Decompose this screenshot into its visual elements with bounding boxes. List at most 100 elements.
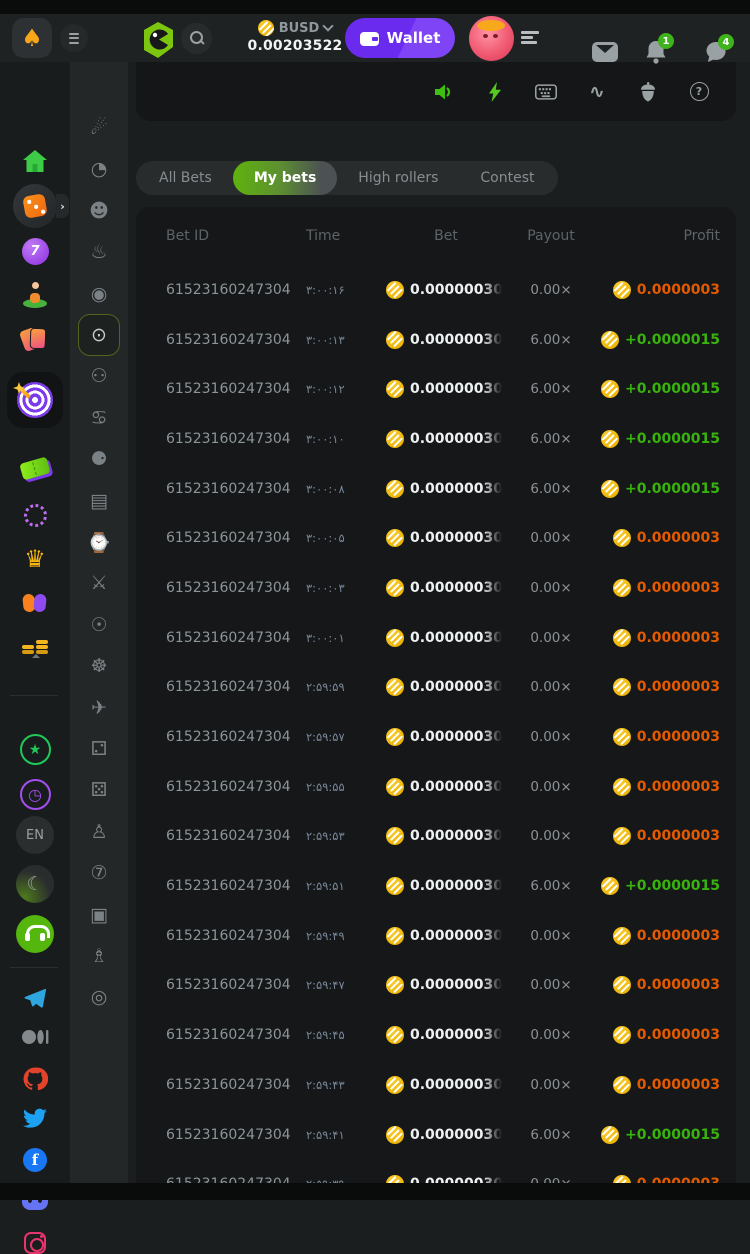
- tab-my-bets[interactable]: My bets: [233, 161, 337, 195]
- chat-icon[interactable]: 4: [704, 41, 727, 67]
- dartboard-active-game-icon[interactable]: [7, 372, 63, 428]
- bet-profit: 0.0000003: [596, 976, 720, 994]
- sound-icon[interactable]: [433, 81, 455, 103]
- search-icon[interactable]: [181, 23, 212, 54]
- wheel-game-icon[interactable]: ☸: [70, 651, 128, 681]
- table-row[interactable]: 61523160247304۲:۵۹:۴۱0.000000306.00×+0.0…: [166, 1110, 720, 1160]
- hamburger-menu-icon[interactable]: [60, 24, 88, 52]
- disc-game-icon[interactable]: ◎: [70, 982, 128, 1012]
- comet-game-icon[interactable]: ☄: [70, 113, 128, 143]
- sidebar-nav: 7 ♛ ★ ◷ EN ☾ f ›: [0, 62, 70, 1183]
- bet-profit: 0.0000003: [596, 927, 720, 945]
- hotkeys-icon[interactable]: [535, 81, 557, 103]
- facebook-icon[interactable]: f: [0, 1148, 70, 1172]
- stopwatch-game-icon[interactable]: ⌚: [70, 527, 128, 557]
- table-row[interactable]: 61523160247304۳:۰۰:۰۸0.000000306.00×+0.0…: [166, 464, 720, 514]
- cookies-game-icon[interactable]: ⚇: [70, 361, 128, 391]
- table-row[interactable]: 61523160247304۳:۰۰:۰۵0.000000300.00×0.00…: [166, 513, 720, 563]
- dice-game-icon[interactable]: ⚄: [70, 775, 128, 805]
- star-badge-icon[interactable]: ★: [0, 734, 70, 765]
- bot-game-icon[interactable]: ♗: [70, 941, 128, 971]
- user-avatar[interactable]: [469, 16, 514, 61]
- bet-list-icon[interactable]: [521, 31, 539, 45]
- crown-vip-icon[interactable]: ♛: [0, 547, 70, 571]
- table-row[interactable]: 61523160247304۲:۵۹:۵۹0.000000300.00×0.00…: [166, 663, 720, 713]
- table-row[interactable]: 61523160247304۲:۵۹:۴۳0.000000300.00×0.00…: [166, 1060, 720, 1110]
- live-casino-icon[interactable]: [0, 282, 70, 308]
- robot-game-icon[interactable]: ♙: [70, 817, 128, 847]
- github-icon[interactable]: [0, 1066, 70, 1092]
- bet-id: 61523160247304: [166, 481, 306, 497]
- table-row[interactable]: 61523160247304۲:۵۹:۴۷0.000000300.00×0.00…: [166, 961, 720, 1011]
- bet-profit: +0.0000015: [596, 877, 720, 895]
- seed-icon[interactable]: [637, 81, 659, 103]
- table-row[interactable]: 61523160247304۳:۰۰:۰۳0.000000300.00×0.00…: [166, 563, 720, 613]
- seven-game-icon[interactable]: ⑦: [70, 858, 128, 888]
- bet-profit: +0.0000015: [596, 1126, 720, 1144]
- spade-logo-icon[interactable]: ♠: [12, 18, 52, 58]
- table-row[interactable]: 61523160247304۲:۵۹:۴۹0.000000300.00×0.00…: [166, 911, 720, 961]
- bet-payout: 6.00×: [506, 1127, 596, 1143]
- twitter-icon[interactable]: [0, 1108, 70, 1130]
- table-row[interactable]: 61523160247304۲:۵۹:۵۳0.000000300.00×0.00…: [166, 812, 720, 862]
- busd-coin-icon: [386, 678, 404, 696]
- currency-selector[interactable]: BUSD 0.00203522: [243, 20, 347, 54]
- tab-all-bets[interactable]: All Bets: [138, 161, 233, 195]
- language-button[interactable]: EN: [0, 816, 70, 854]
- saucer-game-icon[interactable]: ◉: [70, 279, 128, 309]
- eye-game-icon[interactable]: ☉: [70, 610, 128, 640]
- busd-coin-icon: [386, 380, 404, 398]
- frame-game-icon[interactable]: ▣: [70, 900, 128, 930]
- telegram-icon[interactable]: [0, 987, 70, 1011]
- sword-game-icon[interactable]: ⚔: [70, 568, 128, 598]
- bet-amount: 0.00000030: [386, 430, 506, 448]
- tab-contest[interactable]: Contest: [459, 161, 555, 195]
- trends-icon[interactable]: ∿: [586, 81, 608, 103]
- instant-bet-icon[interactable]: [484, 81, 506, 103]
- bet-time: ۳:۰۰:۰۸: [306, 482, 386, 496]
- planet-game-icon[interactable]: ◔: [70, 154, 128, 184]
- chat-badge: 4: [718, 34, 734, 50]
- inbox-icon[interactable]: [592, 42, 618, 66]
- col-profit: Profit: [596, 228, 720, 244]
- instagram-icon[interactable]: [0, 1232, 70, 1254]
- tab-high-rollers[interactable]: High rollers: [337, 161, 459, 195]
- theme-moon-icon[interactable]: ☾: [0, 865, 70, 903]
- ring-of-dots-icon[interactable]: [0, 503, 70, 527]
- promotions-tags-icon[interactable]: [0, 325, 70, 353]
- bomb-game-icon[interactable]: ⚈: [70, 444, 128, 474]
- chips-game-icon[interactable]: ⚁: [70, 734, 128, 764]
- busd-coin-icon: [601, 331, 619, 349]
- crab-game-icon[interactable]: ♋: [70, 403, 128, 433]
- monster-game-icon[interactable]: ☻: [70, 196, 128, 226]
- slots-seven-icon[interactable]: 7: [0, 237, 70, 265]
- clock-badge-icon[interactable]: ◷: [0, 779, 70, 810]
- home-icon[interactable]: [0, 147, 70, 175]
- cards-game-icon[interactable]: ▤: [70, 486, 128, 516]
- table-row[interactable]: 61523160247304۲:۵۹:۵۱0.000000306.00×+0.0…: [166, 861, 720, 911]
- bell-icon[interactable]: 1: [645, 40, 667, 68]
- help-icon[interactable]: ?: [688, 81, 710, 103]
- busd-coin-icon: [601, 480, 619, 498]
- busd-coin-icon: [613, 1026, 631, 1044]
- medium-icon[interactable]: [0, 1028, 70, 1046]
- bcgame-logo[interactable]: [140, 21, 176, 59]
- table-row[interactable]: 61523160247304۲:۵۹:۵۷0.000000300.00×0.00…: [166, 712, 720, 762]
- table-row[interactable]: 61523160247304۳:۰۰:۰۱0.000000300.00×0.00…: [166, 613, 720, 663]
- table-row[interactable]: 61523160247304۲:۵۹:۴۵0.000000300.00×0.00…: [166, 1010, 720, 1060]
- crosshair-game-icon[interactable]: ⊙: [78, 314, 120, 356]
- wallet-button[interactable]: Wallet: [345, 18, 455, 58]
- table-row[interactable]: 61523160247304۳:۰۰:۱۶0.000000300.00×0.00…: [166, 265, 720, 315]
- support-headset-icon[interactable]: [0, 915, 70, 953]
- table-row[interactable]: 61523160247304۳:۰۰:۱۲0.000000306.00×+0.0…: [166, 364, 720, 414]
- rocket-game-icon[interactable]: ✈: [70, 693, 128, 723]
- bet-payout: 6.00×: [506, 381, 596, 397]
- fireball-game-icon[interactable]: ♨: [70, 237, 128, 267]
- table-row[interactable]: 61523160247304۲:۵۹:۵۵0.000000300.00×0.00…: [166, 762, 720, 812]
- sidebar-expand-chevron[interactable]: ›: [56, 194, 69, 218]
- ticket-icon[interactable]: [0, 456, 70, 480]
- table-row[interactable]: 61523160247304۳:۰۰:۱۰0.000000306.00×+0.0…: [166, 414, 720, 464]
- table-row[interactable]: 61523160247304۳:۰۰:۱۳0.000000306.00×+0.0…: [166, 315, 720, 365]
- referral-duo-icon[interactable]: [0, 591, 70, 615]
- assets-gold-bars-icon[interactable]: [0, 636, 70, 658]
